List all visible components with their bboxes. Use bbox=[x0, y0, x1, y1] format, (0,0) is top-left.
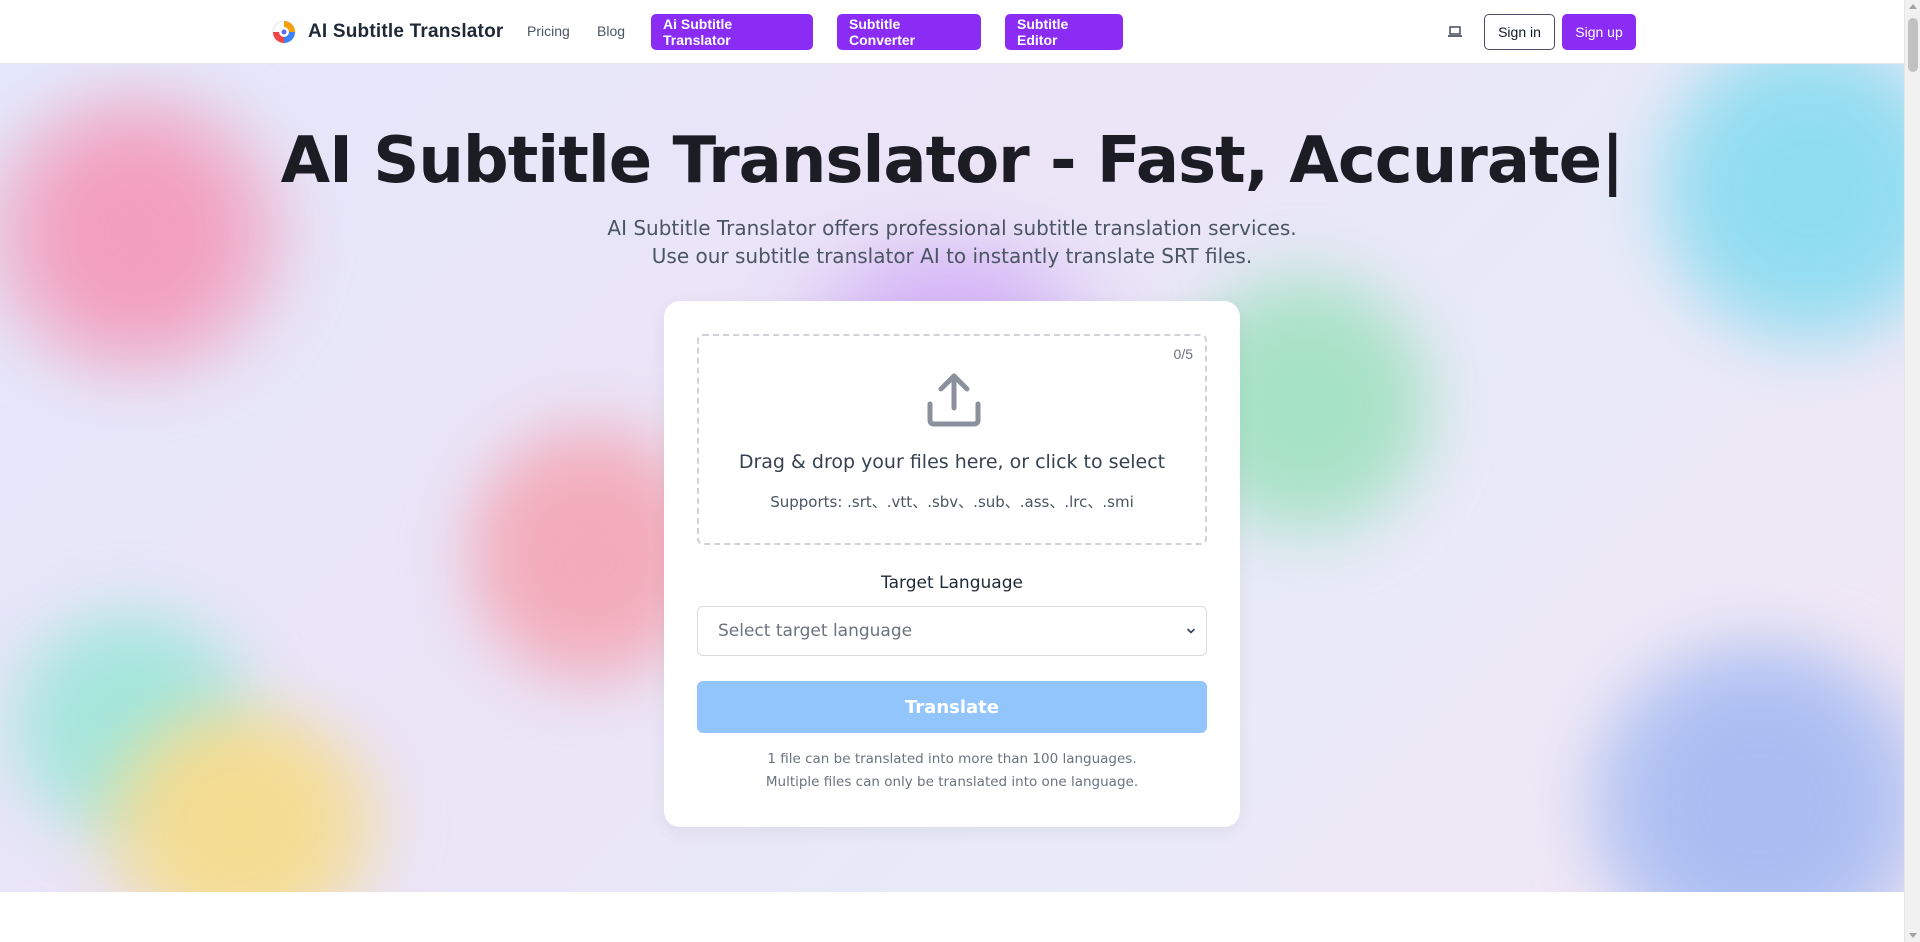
nav-button-subtitle-editor[interactable]: Subtitle Editor bbox=[1005, 14, 1123, 50]
brand-logo-icon bbox=[272, 20, 296, 44]
note-multiple-files: Multiple files can only be translated in… bbox=[765, 774, 1139, 790]
brand[interactable]: AI Subtitle Translator bbox=[270, 18, 504, 46]
site-header: AI Subtitle Translator Pricing Blog Ai S… bbox=[0, 0, 1904, 64]
scroll-up-icon[interactable] bbox=[1909, 4, 1917, 9]
nav-button-subtitle-converter[interactable]: Subtitle Converter bbox=[837, 14, 981, 50]
hero-section: AI Subtitle Translator - Fast, Accurate|… bbox=[0, 64, 1904, 892]
background-blob bbox=[1650, 64, 1904, 354]
file-count: 0/5 bbox=[1173, 346, 1193, 362]
page-title: AI Subtitle Translator - Fast, Accurate| bbox=[280, 124, 1625, 198]
nav-link-pricing[interactable]: Pricing bbox=[527, 23, 570, 39]
target-language-select[interactable]: Select target language bbox=[697, 606, 1207, 656]
target-language-placeholder: Select target language bbox=[718, 621, 913, 641]
laptop-icon[interactable] bbox=[1447, 24, 1463, 40]
page-subtitle: AI Subtitle Translator offers profession… bbox=[607, 216, 1297, 268]
translator-card: 0/5 Drag & drop your files here, or clic… bbox=[664, 301, 1240, 827]
upload-icon bbox=[927, 373, 981, 427]
brand-name: AI Subtitle Translator bbox=[308, 21, 504, 42]
background-blob bbox=[1580, 634, 1904, 892]
file-dropzone[interactable]: 0/5 Drag & drop your files here, or clic… bbox=[697, 334, 1207, 545]
nav-link-blog[interactable]: Blog bbox=[597, 23, 625, 39]
note-single-file: 1 file can be translated into more than … bbox=[767, 751, 1137, 767]
dropzone-instructions: Drag & drop your files here, or click to… bbox=[738, 451, 1166, 473]
chevron-down-icon bbox=[1187, 628, 1195, 634]
page-scrollbar[interactable] bbox=[1904, 0, 1920, 942]
sign-up-button[interactable]: Sign up bbox=[1562, 14, 1636, 50]
nav-button-ai-subtitle-translator[interactable]: Ai Subtitle Translator bbox=[651, 14, 813, 50]
scrollbar-thumb[interactable] bbox=[1908, 18, 1918, 72]
target-language-label: Target Language bbox=[881, 573, 1023, 593]
supported-formats: Supports: .srt、.vtt、.sbv、.sub、.ass、.lrc、… bbox=[770, 493, 1134, 511]
translate-button[interactable]: Translate bbox=[697, 681, 1207, 733]
scroll-down-icon[interactable] bbox=[1909, 933, 1917, 938]
sign-in-button[interactable]: Sign in bbox=[1484, 14, 1555, 50]
